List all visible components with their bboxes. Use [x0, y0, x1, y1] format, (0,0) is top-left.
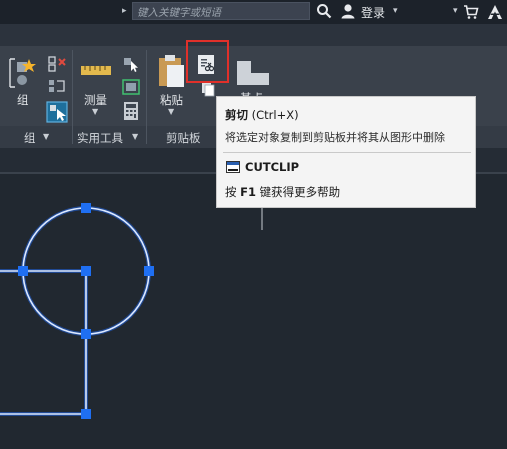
tooltip-help: 按 F1 键获得更多帮助 [225, 184, 340, 200]
tooltip-help-prefix: 按 [225, 185, 237, 199]
grip-handle[interactable] [144, 266, 154, 276]
tooltip-description: 将选定对象复制到剪贴板并将其从图形中删除 [225, 131, 445, 144]
grip-handle[interactable] [81, 203, 91, 213]
grip-handle[interactable] [81, 409, 91, 419]
selected-lines[interactable] [0, 269, 88, 416]
tooltip-shortcut: (Ctrl+X) [251, 108, 299, 122]
tooltip-command: CUTCLIP [245, 160, 300, 174]
grip-handle[interactable] [81, 266, 91, 276]
drawing-canvas[interactable] [0, 0, 507, 449]
tooltip-title: 剪切 (Ctrl+X) [225, 107, 299, 123]
command-line-icon [226, 161, 240, 173]
tooltip-divider [223, 152, 471, 153]
grip-handle[interactable] [18, 266, 28, 276]
tooltip-help-suffix: 键获得更多帮助 [259, 185, 341, 199]
tooltip-help-key: F1 [240, 185, 257, 199]
cut-tooltip: 剪切 (Ctrl+X) 将选定对象复制到剪贴板并将其从图形中删除 CUTCLIP… [216, 96, 476, 208]
tooltip-title-text: 剪切 [225, 108, 248, 122]
grip-handle[interactable] [81, 329, 91, 339]
autocad-window: ▸ 键入关键字或短语 登录 ▾ ▾ 组 组 ▼ 测量 ▼ 实用工具 ▼ 粘贴 ▼… [0, 0, 507, 449]
